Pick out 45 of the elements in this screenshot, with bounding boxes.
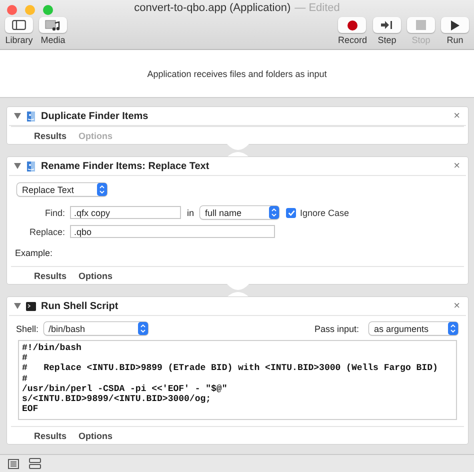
edited-status: — Edited — [294, 2, 340, 14]
input-description: Application receives files and folders as input — [147, 68, 327, 78]
stepper-icon — [97, 183, 107, 196]
disclosure-triangle-icon[interactable] — [14, 163, 21, 169]
window-title: convert-to-qbo.app (Application) — [134, 2, 291, 14]
step-icon — [381, 20, 393, 30]
record-icon — [346, 20, 358, 30]
disclosure-triangle-icon[interactable] — [14, 113, 21, 119]
field-label: in — [187, 208, 194, 218]
mode-dropdown[interactable]: Replace Text — [17, 183, 107, 196]
close-window-icon[interactable] — [7, 5, 17, 15]
finder-icon — [26, 160, 36, 172]
split-view-icon — [29, 458, 41, 469]
field-label: Shell: — [16, 324, 39, 334]
stepper-icon — [269, 206, 280, 219]
field-label: Replace: — [28, 226, 65, 236]
action-title: Duplicate Finder Items — [41, 110, 150, 122]
terminal-icon — [26, 302, 36, 310]
list-view-icon — [8, 458, 19, 468]
action-tab[interactable]: Options — [78, 270, 113, 280]
play-icon — [450, 20, 460, 30]
action-title: Rename Finder Items: Replace Text — [41, 160, 210, 172]
music-note-icon — [45, 20, 61, 30]
action-title: Run Shell Script — [41, 300, 120, 312]
stepper-icon — [448, 322, 458, 335]
script-editor[interactable]: #!/bin/bash # # Replace <INTU.BID>9899 (ETrade BID) with <INTU.BID>3000 (Wells Fargo BID) # /usr/bin/perl -CSDA -pi <<'EOF' - "$@" s/<INTU.BID>9899/<INTU.BID>3000/og; EOF — [18, 340, 457, 420]
action-tab[interactable]: Results — [34, 430, 67, 440]
disclosure-triangle-icon[interactable] — [14, 303, 21, 309]
example-label: Example: — [15, 248, 53, 258]
replace-field[interactable]: .qbo — [70, 225, 275, 238]
checkmark-icon — [288, 210, 295, 216]
field-label: Pass input: — [314, 324, 359, 334]
stepper-icon — [138, 322, 148, 335]
action-tab[interactable]: Results — [34, 270, 67, 280]
ignore-case-checkbox[interactable]: Ignore Case — [286, 208, 350, 218]
sidebar-icon — [12, 20, 26, 30]
finder-icon — [26, 110, 36, 122]
action-tab[interactable]: Options — [78, 430, 113, 440]
scope-dropdown[interactable]: full name — [200, 206, 280, 219]
stop-icon — [416, 20, 426, 30]
field-label: Find: — [44, 208, 65, 218]
pass-input-dropdown[interactable]: as arguments — [369, 322, 458, 335]
action-tab[interactable]: Results — [34, 130, 67, 140]
shell-dropdown[interactable]: /bin/bash — [44, 322, 148, 335]
find-field[interactable]: .qfx copy — [70, 206, 181, 219]
